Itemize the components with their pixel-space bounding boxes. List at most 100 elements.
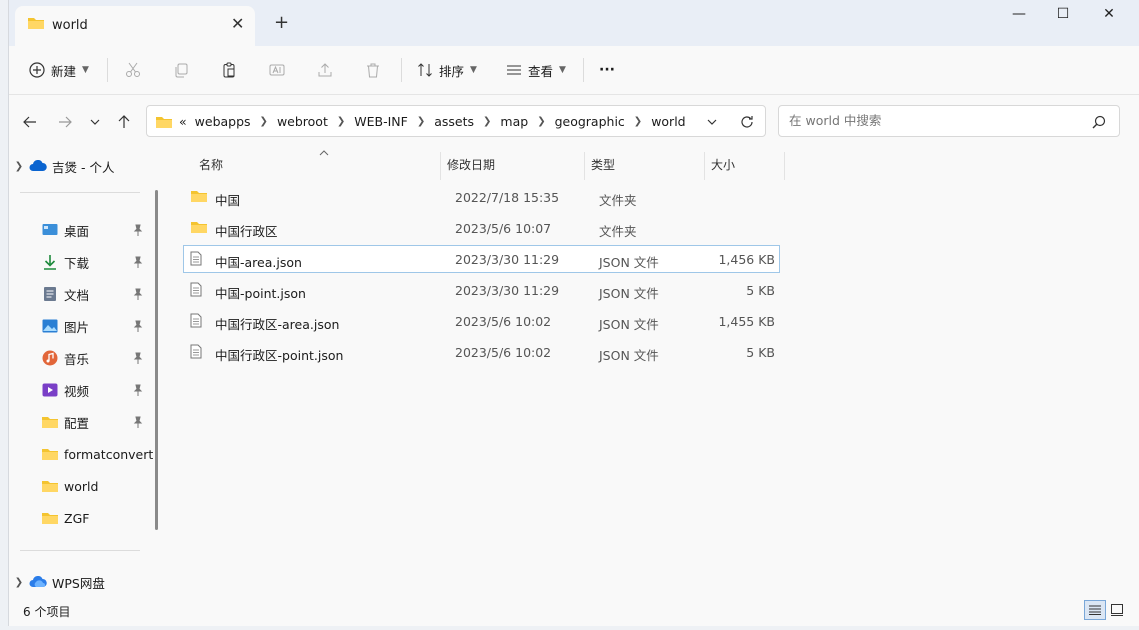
maximize-button[interactable]: ☐ <box>1040 6 1086 22</box>
copy-button[interactable] <box>173 56 189 84</box>
rename-button[interactable] <box>269 56 285 84</box>
back-button[interactable] <box>20 112 40 132</box>
recent-locations-button[interactable] <box>85 112 105 132</box>
column-divider[interactable] <box>584 152 585 180</box>
refresh-icon[interactable] <box>740 115 754 129</box>
breadcrumb-item-webroot[interactable]: webroot <box>277 114 328 129</box>
new-tab-button[interactable]: + <box>274 12 289 33</box>
sidebar-item-downloads[interactable]: 下载 <box>9 248 154 276</box>
folder-icon <box>41 478 59 494</box>
breadcrumb-item-assets[interactable]: assets <box>434 114 474 129</box>
breadcrumb-item-geographic[interactable]: geographic <box>555 114 625 129</box>
file-name: 中国-point.json <box>215 286 306 301</box>
view-list-icon <box>507 65 521 75</box>
delete-button[interactable] <box>365 56 381 84</box>
folder-icon <box>156 116 172 128</box>
search-input[interactable] <box>787 112 1081 129</box>
details-view-button[interactable] <box>1084 600 1106 620</box>
sidebar-scrollbar[interactable] <box>155 190 158 530</box>
chevron-right-icon: ❯ <box>416 116 426 127</box>
search-icon[interactable] <box>1092 115 1106 129</box>
breadcrumb-item-map[interactable]: map <box>500 114 528 129</box>
sidebar-item-formatconvert[interactable]: formatconvert <box>9 440 154 468</box>
breadcrumb-item-world[interactable]: world <box>651 114 685 129</box>
plus-circle-icon <box>29 62 45 78</box>
column-header-name[interactable]: 名称 <box>199 150 223 178</box>
folder-icon <box>41 510 59 526</box>
sort-button-label: 排序 <box>439 63 465 79</box>
table-row[interactable]: 中国 2022/7/18 15:35 文件夹 <box>183 183 780 211</box>
share-icon <box>318 63 332 77</box>
folder-icon <box>191 191 207 202</box>
chevron-right-icon: ❯ <box>259 116 268 127</box>
cut-button[interactable] <box>125 56 141 84</box>
column-divider[interactable] <box>704 152 705 180</box>
sidebar-item-label: 配置 <box>64 415 90 431</box>
file-modified: 2023/5/6 10:07 <box>455 221 552 236</box>
column-header-modified[interactable]: 修改日期 <box>447 150 495 178</box>
tab-world[interactable]: world ✕ <box>15 6 255 46</box>
chevron-right-icon[interactable]: ❯ <box>9 577 29 588</box>
column-divider[interactable] <box>784 152 785 180</box>
address-dropdown-icon[interactable] <box>707 117 717 127</box>
sidebar-item-label: 图片 <box>64 319 90 335</box>
file-type: JSON 文件 <box>599 348 659 363</box>
new-button-label: 新建 <box>51 63 77 79</box>
file-size: 5 KB <box>746 345 775 360</box>
video-icon <box>41 382 59 398</box>
breadcrumb-overflow[interactable]: « <box>179 114 187 129</box>
new-button[interactable]: 新建 ▼ <box>29 56 89 84</box>
sidebar-item-world[interactable]: world <box>9 472 154 500</box>
column-header-size[interactable]: 大小 <box>711 150 735 178</box>
sidebar-item-videos[interactable]: 视频 <box>9 376 154 404</box>
file-modified: 2023/5/6 10:02 <box>455 314 552 329</box>
folder-icon <box>28 18 44 29</box>
breadcrumb-item-web-inf[interactable]: WEB-INF <box>354 114 408 129</box>
paste-button[interactable] <box>221 56 237 84</box>
column-divider[interactable] <box>440 152 441 180</box>
column-header-type[interactable]: 类型 <box>591 150 615 178</box>
sidebar-item-label: world <box>64 478 99 494</box>
tab-title: world <box>52 18 88 33</box>
minimize-button[interactable]: — <box>996 6 1042 22</box>
sidebar-item-pictures[interactable]: 图片 <box>9 312 154 340</box>
file-name: 中国行政区-area.json <box>215 317 340 332</box>
sort-button[interactable]: 排序 ▼ <box>417 56 477 84</box>
file-size: 1,455 KB <box>718 314 775 329</box>
table-row[interactable]: 中国行政区-point.json 2023/5/6 10:02 JSON 文件 … <box>183 338 780 366</box>
sidebar-item-config[interactable]: 配置 <box>9 408 154 436</box>
details-view-icon <box>1089 605 1101 615</box>
close-window-button[interactable]: ✕ <box>1086 6 1132 22</box>
table-row-selected[interactable]: 中国-area.json 2023/3/30 11:29 JSON 文件 1,4… <box>183 245 780 273</box>
pin-icon <box>133 288 143 300</box>
sidebar-item-desktop[interactable]: 桌面 <box>9 216 154 244</box>
chevron-right-icon[interactable]: ❯ <box>9 161 29 172</box>
table-row[interactable]: 中国-point.json 2023/3/30 11:29 JSON 文件 5 … <box>183 276 780 304</box>
share-button[interactable] <box>317 56 333 84</box>
file-name: 中国 <box>215 193 241 208</box>
sidebar-item-label: WPS网盘 <box>52 575 105 591</box>
folder-icon <box>41 414 59 430</box>
forward-button[interactable] <box>55 112 75 132</box>
more-options-button[interactable]: ··· <box>599 56 615 84</box>
sidebar-item-zgf[interactable]: ZGF <box>9 504 154 532</box>
music-icon <box>41 350 59 366</box>
table-row[interactable]: 中国行政区-area.json 2023/5/6 10:02 JSON 文件 1… <box>183 307 780 335</box>
sidebar-item-music[interactable]: 音乐 <box>9 344 154 372</box>
address-bar[interactable]: « webapps ❯ webroot ❯ WEB-INF ❯ assets ❯ map… <box>146 105 766 137</box>
sidebar-item-wps-cloud[interactable]: ❯ WPS网盘 <box>9 568 154 596</box>
sort-icon <box>418 63 432 77</box>
chevron-down-icon: ▼ <box>82 65 89 75</box>
sidebar-item-documents[interactable]: 文档 <box>9 280 154 308</box>
view-button[interactable]: 查看 ▼ <box>506 56 566 84</box>
sidebar-item-onedrive[interactable]: ❯ 吉煲 - 个人 <box>9 152 154 180</box>
chevron-down-icon: ▼ <box>470 65 477 75</box>
tab-close-button[interactable]: ✕ <box>231 14 244 33</box>
up-button[interactable] <box>114 112 134 132</box>
breadcrumb-item-webapps[interactable]: webapps <box>195 114 251 129</box>
tiles-view-button[interactable] <box>1106 600 1128 620</box>
table-row[interactable]: 中国行政区 2023/5/6 10:07 文件夹 <box>183 214 780 242</box>
arrow-right-icon <box>59 116 72 128</box>
pin-icon <box>133 256 143 268</box>
file-icon <box>190 313 202 328</box>
